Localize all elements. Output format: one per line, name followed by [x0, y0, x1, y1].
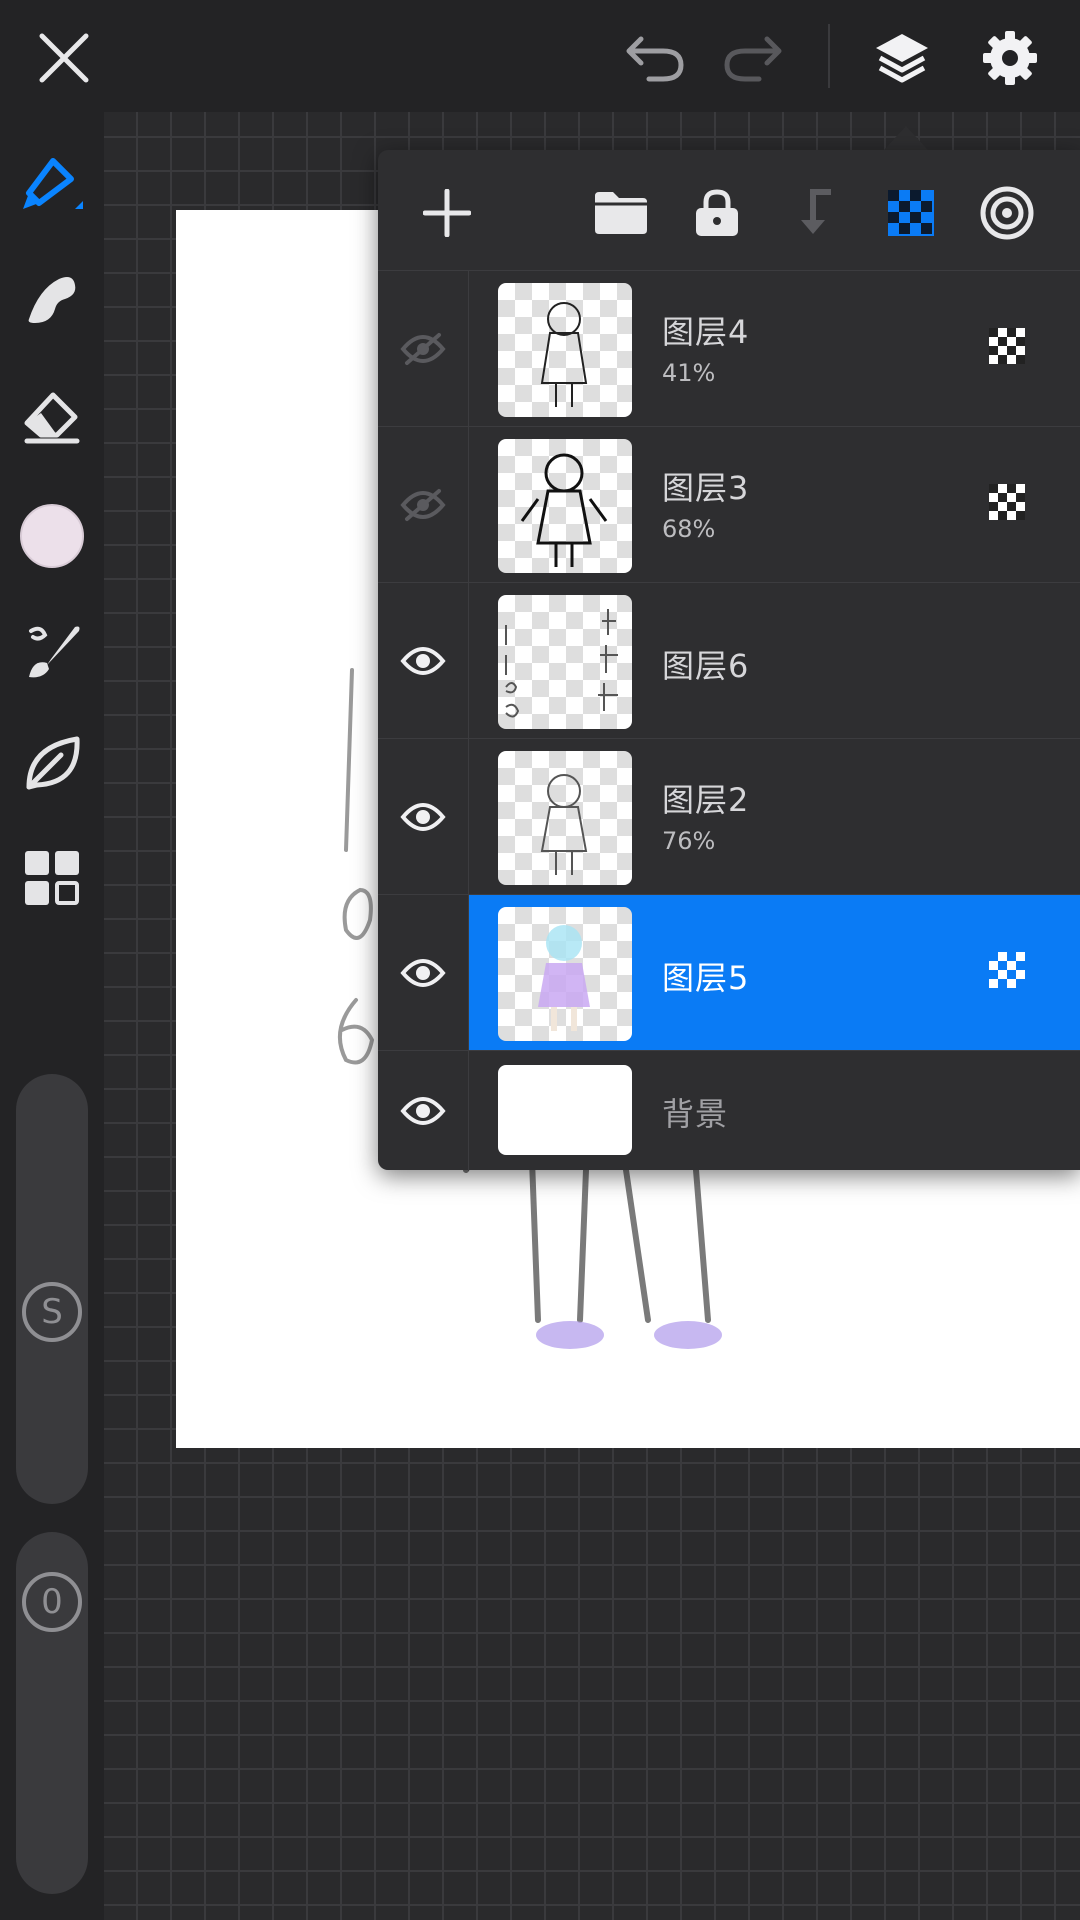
brush-size-thumb[interactable]: S: [22, 1282, 82, 1342]
color-picker[interactable]: [14, 498, 90, 574]
visibility-toggle[interactable]: [378, 895, 469, 1051]
leaf-icon: [26, 736, 80, 790]
toolbar-divider: [828, 24, 830, 88]
clip-icon: [801, 189, 831, 234]
character-sketch-thumbnail: [520, 453, 608, 567]
brush-library-tool[interactable]: [14, 612, 90, 688]
layer-row-2[interactable]: 图层2 76%: [378, 738, 1080, 895]
brush-size-slider[interactable]: S: [16, 1074, 88, 1504]
checker-blend-icon[interactable]: [988, 327, 1026, 365]
grid-icon: [25, 851, 79, 905]
add-layer-button[interactable]: [412, 178, 482, 248]
layer-name: 背景: [662, 1095, 729, 1133]
blend-mode-icon: [980, 186, 1034, 240]
colored-character-thumbnail: [538, 925, 590, 1031]
alpha-lock-icon: [888, 190, 934, 236]
layers-panel-pointer: [884, 126, 928, 150]
eye-icon: [400, 1097, 446, 1125]
color-swatch: [20, 504, 84, 568]
right-shoe: [654, 1321, 722, 1349]
alpha-lock-button[interactable]: [876, 178, 946, 248]
layer-opacity: 76%: [662, 827, 716, 855]
layer-name: 图层4: [662, 313, 750, 351]
pen-icon: [23, 158, 83, 209]
undo-button[interactable]: [620, 22, 692, 94]
folder-icon: [595, 192, 647, 234]
brush-opacity-slider[interactable]: 0: [16, 1532, 88, 1894]
eraser-icon: [24, 392, 80, 444]
visibility-toggle[interactable]: [378, 583, 469, 739]
layer-opacity: 41%: [662, 359, 716, 387]
redo-icon: [724, 36, 782, 82]
layer-row-4[interactable]: 图层4 41%: [378, 270, 1080, 427]
layers-icon: [876, 34, 928, 83]
visibility-toggle[interactable]: [378, 271, 469, 427]
leaf-tool[interactable]: [14, 726, 90, 802]
lock-icon: [696, 189, 738, 236]
layer-thumbnail: [498, 283, 632, 417]
layer-row-3[interactable]: 图层3 68%: [378, 426, 1080, 583]
settings-button[interactable]: [974, 22, 1046, 94]
smudge-tool[interactable]: [14, 262, 90, 338]
visibility-toggle[interactable]: [378, 1051, 469, 1171]
layer-thumbnail: [498, 751, 632, 885]
eye-hidden-icon: [400, 333, 446, 365]
layer-name: 图层5: [662, 959, 750, 997]
top-toolbar: [0, 0, 1080, 112]
left-shoe: [536, 1321, 604, 1349]
pen-tool[interactable]: [14, 148, 90, 224]
layer-thumbnail: [498, 1065, 632, 1155]
brush-library-icon: [29, 626, 80, 678]
eraser-tool[interactable]: [14, 378, 90, 454]
layers-button[interactable]: [866, 22, 938, 94]
layer-thumbnail: [498, 595, 632, 729]
layers-panel: 图层4 41% 图层3 68% 图层6 图层2 76% 图层5 背景: [378, 150, 1080, 1171]
panels-tool[interactable]: [14, 840, 90, 916]
eye-hidden-icon: [400, 489, 446, 521]
layer-thumbnail: [498, 907, 632, 1041]
layer-thumbnail: [498, 439, 632, 573]
eye-icon: [400, 803, 446, 831]
character-sketch-thumbnail: [540, 774, 588, 875]
handwriting-thumbnail: [505, 609, 618, 718]
layer-row-5[interactable]: 图层5: [378, 894, 1080, 1051]
brush-opacity-thumb[interactable]: 0: [22, 1572, 82, 1632]
smudge-icon: [28, 277, 76, 323]
close-button[interactable]: [28, 22, 100, 94]
tool-sidebar: S 0: [0, 112, 104, 1920]
blend-mode-button[interactable]: [972, 178, 1042, 248]
layer-name: 图层6: [662, 647, 750, 685]
layer-opacity: 68%: [662, 515, 716, 543]
lock-button[interactable]: [682, 178, 752, 248]
clip-button[interactable]: [778, 178, 848, 248]
layers-panel-toolbar: [378, 150, 1080, 272]
undo-icon: [626, 36, 684, 82]
checker-blend-icon[interactable]: [988, 483, 1026, 521]
add-layer-icon: [423, 189, 471, 237]
visibility-toggle[interactable]: [378, 427, 469, 583]
layer-name: 图层2: [662, 781, 750, 819]
redo-button[interactable]: [716, 22, 788, 94]
layer-row-background[interactable]: 背景: [378, 1050, 1080, 1171]
close-icon: [39, 33, 89, 83]
settings-icon: [983, 31, 1037, 85]
eye-icon: [400, 959, 446, 987]
checker-blend-icon[interactable]: [988, 951, 1026, 989]
eye-icon: [400, 647, 446, 675]
visibility-toggle[interactable]: [378, 739, 469, 895]
layer-row-6[interactable]: 图层6: [378, 582, 1080, 739]
character-sketch-thumbnail: [540, 302, 588, 407]
layer-name: 图层3: [662, 469, 750, 507]
folder-button[interactable]: [586, 178, 656, 248]
